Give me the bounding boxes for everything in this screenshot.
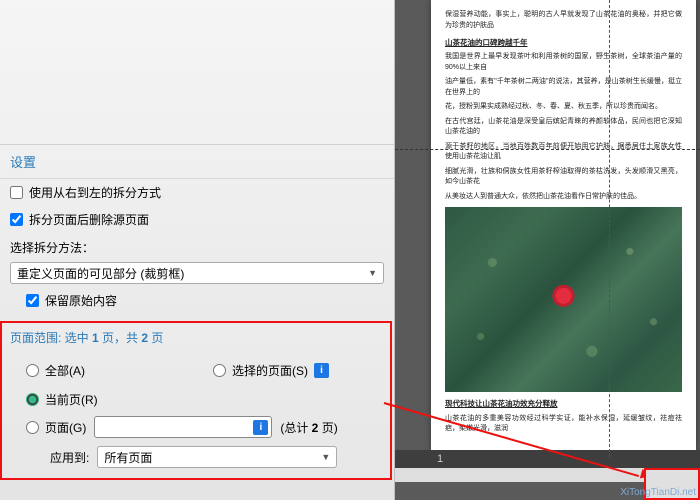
apply-to-value: 所有页面 bbox=[104, 449, 152, 466]
option-keep-original-label: 保留原始内容 bbox=[45, 292, 117, 309]
radio-all-pages[interactable]: 全部(A) bbox=[26, 362, 197, 379]
doc-text: 从美妆达人到普通大众，依然把山茶花油看作日常护肤的佳品。 bbox=[445, 192, 682, 203]
checkbox-keep-original[interactable] bbox=[26, 294, 39, 307]
page-range-header: 页面范围: 选中 1 页，共 2 页 bbox=[10, 329, 384, 346]
radio-all-label: 全部(A) bbox=[45, 362, 85, 379]
option-rtl-split[interactable]: 使用从右到左的拆分方式 bbox=[0, 179, 394, 206]
radio-selected-pages[interactable]: 选择的页面(S) i bbox=[213, 362, 384, 379]
apply-to-label: 应用到: bbox=[50, 449, 89, 466]
doc-text: 保湿营养动能，事实上，聪明的古人早就发现了山茶花油的奥秘，并把它做为珍贵的护肤品 bbox=[445, 10, 682, 31]
option-keep-original[interactable]: 保留原始内容 bbox=[0, 287, 394, 317]
page-thumbnail[interactable]: 保湿营养动能，事实上，聪明的古人早就发现了山茶花油的奥秘，并把它做为珍贵的护肤品… bbox=[431, 0, 696, 450]
info-icon[interactable]: i bbox=[253, 420, 268, 435]
apply-to-dropdown[interactable]: 所有页面 ▼ bbox=[97, 446, 337, 468]
radio-pages[interactable]: 页面(G) bbox=[26, 419, 86, 436]
doc-text: 我国是世界上最早发现茶叶和利用茶树的国家，野生茶树，全球茶油产量的90%以上来自 bbox=[445, 52, 682, 73]
settings-panel: 设置 使用从右到左的拆分方式 拆分页面后删除源页面 选择拆分方法： 重定义页面的… bbox=[0, 0, 395, 500]
settings-header: 设置 bbox=[0, 145, 394, 179]
checkbox-rtl[interactable] bbox=[10, 186, 23, 199]
doc-heading: 山茶花油的口碑跨越千年 bbox=[445, 37, 682, 48]
pages-input-field[interactable]: i bbox=[94, 416, 272, 438]
radio-current-page[interactable]: 当前页(R) bbox=[26, 391, 384, 408]
split-method-label: 选择拆分方法： bbox=[0, 233, 394, 259]
option-delete-source[interactable]: 拆分页面后删除源页面 bbox=[0, 206, 394, 233]
radio-current-label: 当前页(R) bbox=[45, 391, 98, 408]
doc-text: 花，授粉到果实成熟经过秋、冬、春、夏、秋五季，所以珍贵而闻名。 bbox=[445, 102, 682, 113]
split-method-dropdown[interactable]: 重定义页面的可见部分 (裁剪框) ▼ bbox=[10, 262, 384, 284]
chevron-down-icon: ▼ bbox=[368, 268, 377, 278]
chevron-down-icon: ▼ bbox=[321, 452, 330, 462]
radio-selected-label: 选择的页面(S) bbox=[232, 362, 308, 379]
pages-total-text: (总计 2 页) bbox=[280, 419, 337, 436]
vertical-guide-line bbox=[609, 0, 610, 457]
doc-text: 在古代宫廷，山茶花油是深受皇后嫔妃青睐的养颜软体品，民间也把它深知山茶花油的 bbox=[445, 117, 682, 138]
option-delete-source-label: 拆分页面后删除源页面 bbox=[29, 211, 149, 228]
checkbox-delete-source[interactable] bbox=[10, 213, 23, 226]
option-rtl-label: 使用从右到左的拆分方式 bbox=[29, 184, 161, 201]
radio-pages-label: 页面(G) bbox=[45, 419, 86, 436]
radio-pages-input[interactable] bbox=[26, 421, 39, 434]
doc-text: 细腻光滑，壮族和侗族女性用茶籽榨油取得的茶枯洗发，头发顺滑又黑亮，如今山茶花 bbox=[445, 167, 682, 188]
doc-heading: 现代科技让山茶花油功效充分释放 bbox=[445, 398, 682, 409]
info-icon[interactable]: i bbox=[314, 363, 329, 378]
radio-current-input[interactable] bbox=[26, 393, 39, 406]
doc-text: 源于茶籽的地区，当地百姓数百年前便开始用它护肤，据悉居住土家族女性使用山茶花油让… bbox=[445, 142, 682, 163]
page-number-badge: 1 bbox=[431, 450, 461, 468]
horizontal-guide-line bbox=[395, 149, 700, 150]
document-preview-panel: 保湿营养动能，事实上，聪明的古人早就发现了山茶花油的奥秘，并把它做为珍贵的护肤品… bbox=[395, 0, 700, 500]
panel-top-spacer bbox=[0, 0, 394, 145]
doc-text: 油产量低，素有"千年茶树二两油"的说法，其营养，是山茶树生长缓慢，挺立在世界上的 bbox=[445, 77, 682, 98]
document-embedded-image bbox=[445, 207, 682, 392]
split-method-value: 重定义页面的可见部分 (裁剪框) bbox=[17, 265, 184, 282]
watermark: XiTongTianDi.net bbox=[620, 487, 696, 498]
radio-selected-input[interactable] bbox=[213, 364, 226, 377]
radio-all-input[interactable] bbox=[26, 364, 39, 377]
page-range-section: 页面范围: 选中 1 页，共 2 页 全部(A) 选择的页面(S) i 当前页(… bbox=[0, 321, 392, 480]
